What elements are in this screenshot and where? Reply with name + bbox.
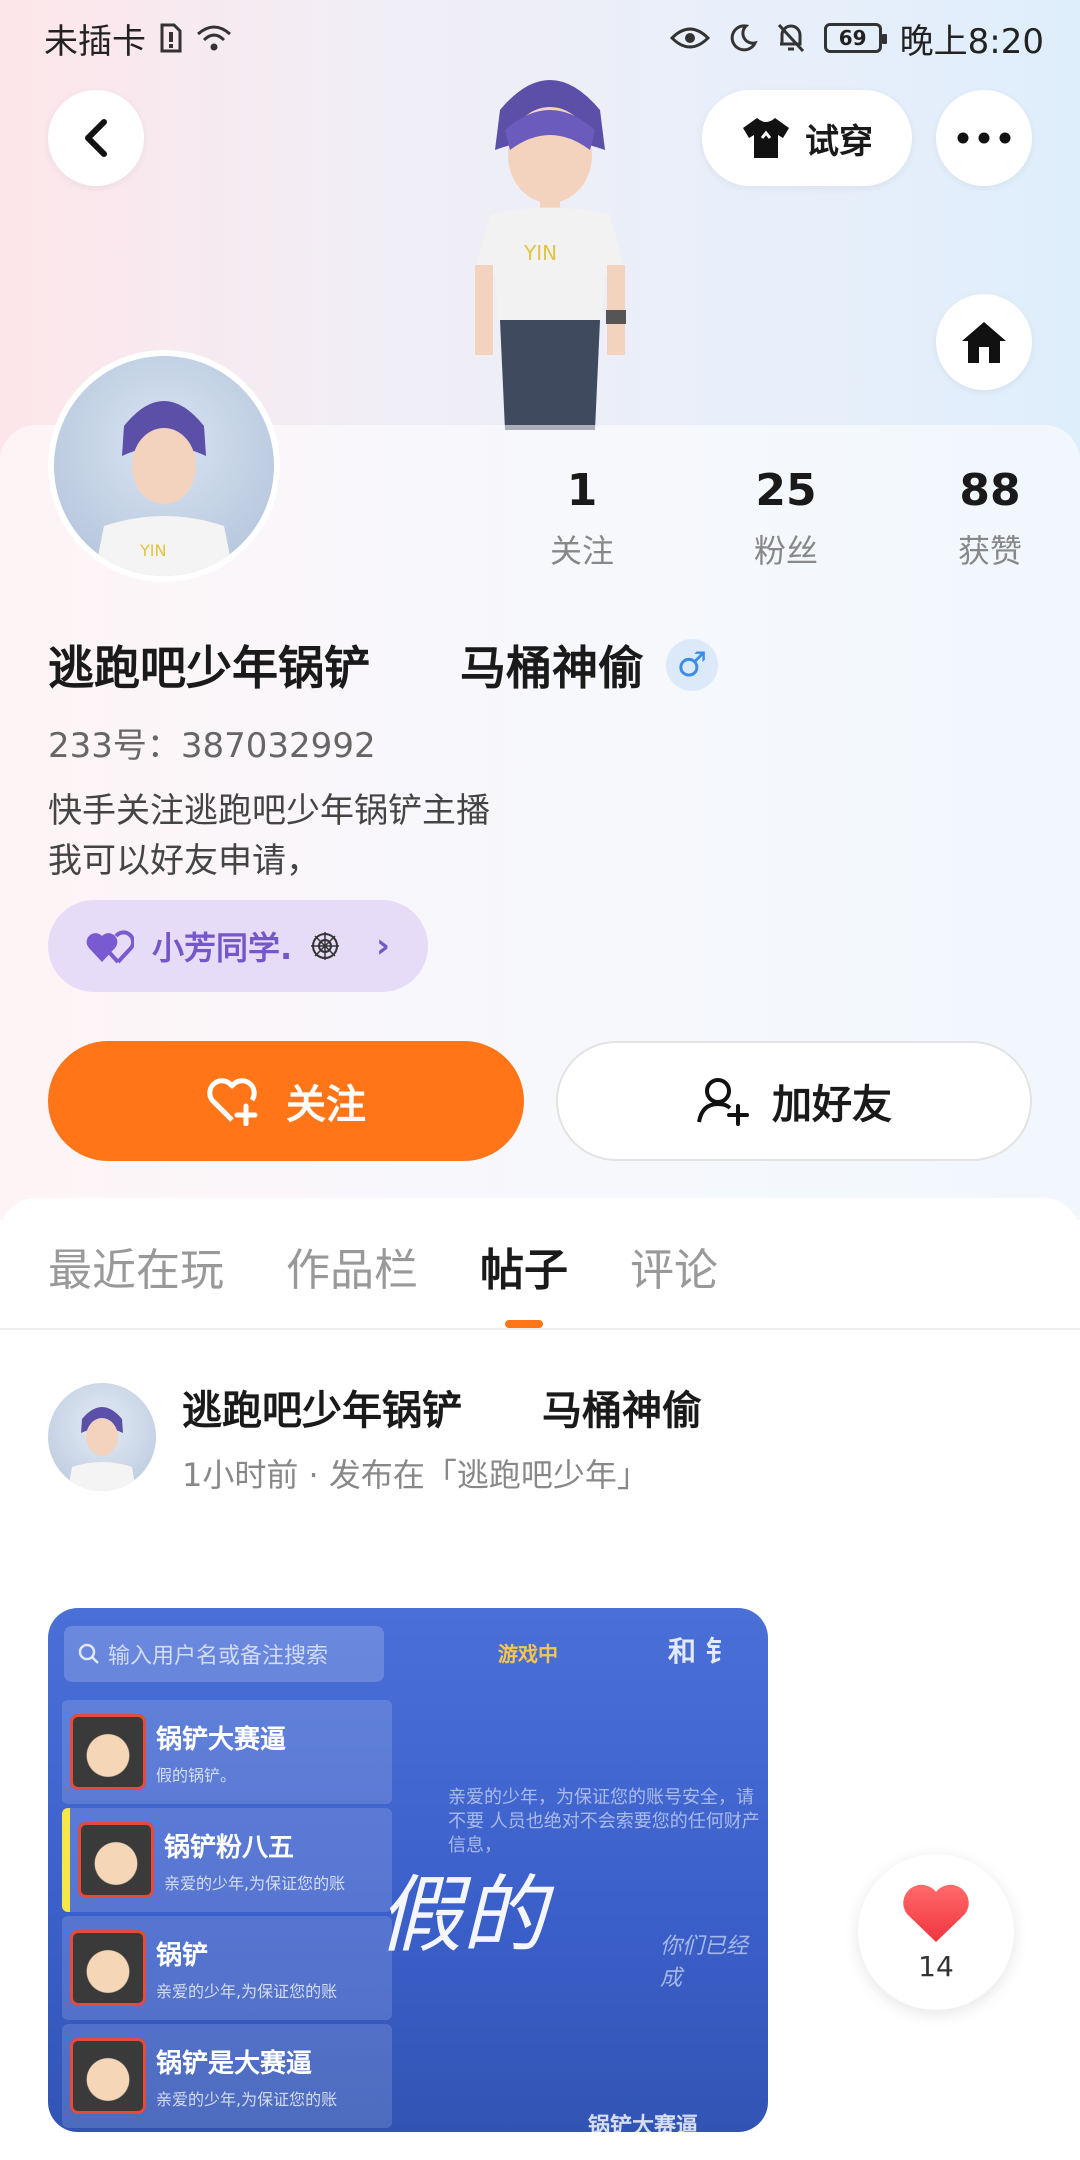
double-heart-icon xyxy=(86,930,134,964)
image-faded-text: 你们已经成 xyxy=(660,1934,749,1991)
stat-label: 获赞 xyxy=(957,532,1022,570)
moon-icon xyxy=(730,24,758,52)
avatar-character-icon: YIN xyxy=(94,401,234,576)
post-author-name[interactable]: 逃跑吧少年锅铲 马桶神偷 xyxy=(182,1378,702,1436)
name-part-1: 逃跑吧少年锅铲 xyxy=(48,641,370,695)
more-dots-icon xyxy=(957,132,1011,144)
try-on-label: 试穿 xyxy=(805,121,873,162)
image-status-tag: 游戏中 xyxy=(498,1642,558,1666)
close-friend-badge[interactable]: 小芳同学. › xyxy=(48,900,428,992)
add-friend-label: 加好友 xyxy=(772,1082,892,1128)
eye-icon xyxy=(669,27,710,49)
home-icon xyxy=(962,322,1006,363)
image-search-bar: 输入用户名或备注搜索 xyxy=(64,1626,384,1682)
follow-label: 关注 xyxy=(286,1082,366,1128)
add-user-icon xyxy=(697,1078,749,1126)
character-model-image: YIN xyxy=(475,80,626,430)
back-button[interactable] xyxy=(48,90,144,186)
tab-posts[interactable]: 帖子 xyxy=(480,1234,568,1298)
name-part-2: 马桶神偷 xyxy=(460,641,644,695)
image-overlay-text: 假的 xyxy=(378,1866,547,1964)
profile-bio: 快手关注逃跑吧少年锅铲主播 我可以好友申请， xyxy=(48,786,490,886)
player-avatar-icon xyxy=(70,1930,146,2006)
image-friend-list: 锅铲大赛逼 假的锅铲。 锅铲粉八五 亲爱的少年,为保证您的账 锅铲 亲爱的少年,为保证… xyxy=(62,1700,392,2132)
male-gender-icon: ♂ xyxy=(666,639,718,691)
post-time-info: 1小时前 · 发布在「逃跑吧少年」 xyxy=(182,1456,649,1494)
image-list-item: 锅铲是大赛逼亲爱的少年,为保证您的账 xyxy=(62,2024,392,2128)
status-bar: 未插卡 69 晚上8:20 xyxy=(0,0,1080,76)
image-item-name: 锅铲大赛逼 xyxy=(156,1724,287,1755)
player-avatar-icon xyxy=(70,2038,146,2114)
image-item-sub: 亲爱的少年,为保证您的账 xyxy=(156,1981,338,2001)
clock-text: 晚上8:20 xyxy=(899,21,1044,62)
profile-stats: 1 关注 25 粉丝 88 获赞 xyxy=(480,465,1080,572)
stat-label: 粉丝 xyxy=(753,532,818,570)
image-item-sub: 假的锅铲。 xyxy=(156,1765,237,1785)
image-search-placeholder: 输入用户名或备注搜索 xyxy=(108,1644,329,1669)
image-item-sub: 亲爱的少年,为保证您的账 xyxy=(156,2089,338,2109)
post-author-avatar[interactable] xyxy=(48,1383,156,1491)
stat-likes[interactable]: 88 获赞 xyxy=(888,465,1080,572)
search-icon xyxy=(78,1643,99,1664)
mute-bell-icon xyxy=(777,23,804,53)
sim-icon xyxy=(160,23,182,53)
svg-text:YIN: YIN xyxy=(523,241,557,265)
profile-name: 逃跑吧少年锅铲 马桶神偷 ♂ xyxy=(48,632,718,698)
image-item-name: 锅铲粉八五 xyxy=(164,1832,295,1863)
avatar-image: YIN xyxy=(54,356,274,576)
add-friend-button[interactable]: 加好友 xyxy=(556,1041,1032,1161)
stat-fans[interactable]: 25 粉丝 xyxy=(684,465,888,572)
try-on-button[interactable]: 试穿 xyxy=(702,90,912,186)
image-item-name: 锅铲是大赛逼 xyxy=(156,2048,313,2079)
spider-web-icon xyxy=(311,932,340,960)
svg-text:YIN: YIN xyxy=(139,541,166,560)
image-top-right-text: 和 钅 xyxy=(668,1635,734,1668)
tab-bar: 最近在玩 作品栏 帖子 评论 xyxy=(0,1198,1080,1330)
profile-avatar[interactable]: YIN xyxy=(48,350,280,582)
home-button[interactable] xyxy=(936,294,1032,390)
author-character-icon xyxy=(68,1407,136,1491)
bio-line: 快手关注逃跑吧少年锅铲主播 xyxy=(48,791,490,831)
image-list-item: 锅铲亲爱的少年,为保证您的账 xyxy=(62,1916,392,2020)
like-count: 14 xyxy=(918,1949,954,1983)
player-avatar-icon xyxy=(70,1714,146,1790)
author-name-part-1: 逃跑吧少年锅铲 xyxy=(182,1388,462,1434)
post-image[interactable]: 输入用户名或备注搜索 游戏中 和 钅 亲爱的少年，为保证您的账号安全，请不要 人… xyxy=(48,1608,768,2132)
follow-button[interactable]: 关注 xyxy=(48,1041,524,1161)
player-avatar-icon xyxy=(78,1822,154,1898)
stat-following[interactable]: 1 关注 xyxy=(480,465,684,572)
wifi-icon xyxy=(197,25,231,51)
more-button[interactable] xyxy=(936,90,1032,186)
image-list-item: 锅铲粉八五亲爱的少年,为保证您的账 xyxy=(62,1808,392,1912)
stat-value: 88 xyxy=(959,465,1021,516)
tab-works[interactable]: 作品栏 xyxy=(286,1234,418,1298)
bio-line: 我可以好友申请， xyxy=(48,841,320,881)
shirt-icon xyxy=(743,118,789,158)
heart-plus-icon xyxy=(207,1078,258,1126)
user-id: 233号：387032992 xyxy=(48,726,376,766)
author-name-part-2: 马桶神偷 xyxy=(542,1388,702,1434)
image-list-item: 锅铲大赛逼假的锅铲。 xyxy=(62,1700,392,1804)
carrier-text: 未插卡 xyxy=(44,21,146,62)
tab-recent-play[interactable]: 最近在玩 xyxy=(48,1234,224,1298)
back-arrow-icon xyxy=(85,119,107,157)
stat-value: 25 xyxy=(755,465,817,516)
heart-icon xyxy=(903,1884,969,1942)
battery-indicator: 69 xyxy=(823,23,887,53)
image-item-name: 锅铲 xyxy=(156,1940,209,1971)
post-header: 逃跑吧少年锅铲 马桶神偷 1小时前 · 发布在「逃跑吧少年」 xyxy=(48,1378,702,1496)
tab-comments[interactable]: 评论 xyxy=(630,1234,718,1298)
like-button[interactable]: 14 xyxy=(858,1854,1014,2010)
stat-value: 1 xyxy=(566,465,598,516)
image-bottom-text: 锅铲大赛逼 xyxy=(588,2114,699,2132)
close-friend-name: 小芳同学. xyxy=(152,929,293,967)
stat-label: 关注 xyxy=(549,532,614,570)
chevron-right-icon: › xyxy=(375,926,390,966)
image-item-sub: 亲爱的少年,为保证您的账 xyxy=(164,1873,346,1893)
